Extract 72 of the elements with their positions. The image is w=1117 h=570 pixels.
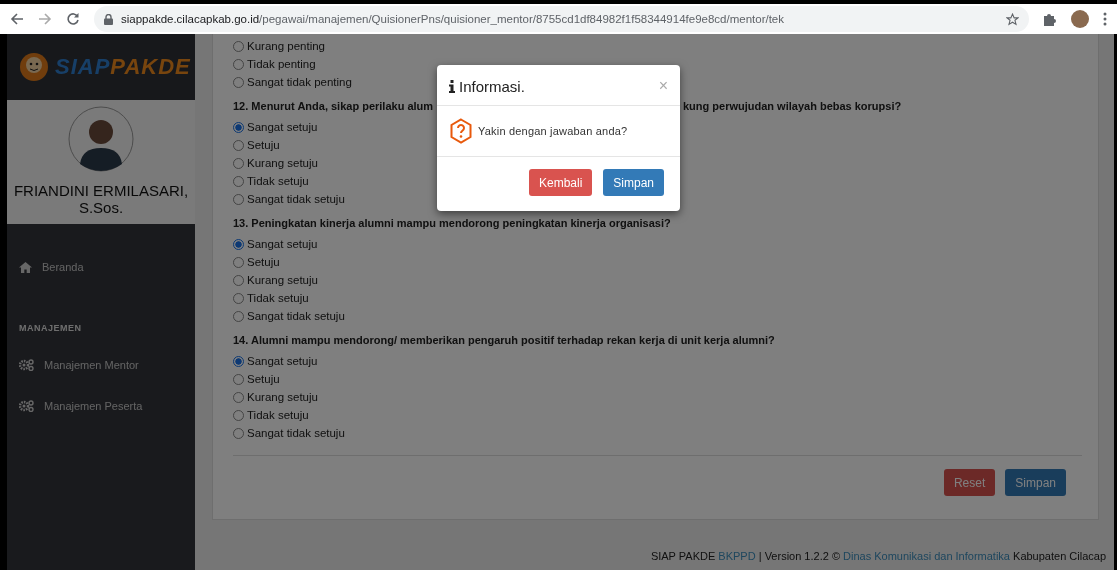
radio-button[interactable] — [233, 292, 244, 304]
address-bar[interactable]: siappakde.cilacapkab.go.id/pegawai/manajemen/QuisionerPns/quisioner_mentor/8755cd1df84982f1f58344914fe9e8cd/mentor/tek — [94, 6, 1029, 32]
question-title: 14. Alumni mampu mendorong/ memberikan pengaruh positif terhadap rekan kerja di unit kerja alumni? — [233, 333, 776, 348]
nav-label[interactable]: Manajemen Peserta — [44, 400, 143, 412]
home-icon — [19, 261, 32, 273]
option-label[interactable]: Tidak setuju — [247, 292, 309, 304]
user-name: FRIANDINI ERMILASARI, S.Sos. — [12, 182, 190, 216]
radio-button[interactable] — [233, 274, 244, 286]
reload-icon[interactable] — [66, 12, 80, 26]
lock-icon — [104, 13, 113, 25]
puzzle-icon[interactable] — [1043, 12, 1057, 26]
radio-button[interactable] — [233, 139, 244, 151]
save-button[interactable]: Simpan — [603, 169, 664, 196]
radio-button[interactable] — [233, 256, 244, 268]
radio-button[interactable] — [233, 355, 244, 367]
dialog-title: Informasi. — [459, 77, 526, 95]
dialog-message: Yakin dengan jawaban anda? — [478, 125, 628, 137]
radio-button[interactable] — [233, 157, 244, 169]
radio-button[interactable] — [233, 40, 244, 52]
gears-icon — [19, 359, 34, 371]
radio-button[interactable] — [233, 238, 244, 250]
radio-button[interactable] — [233, 310, 244, 322]
mascot-icon — [19, 52, 49, 82]
option-label[interactable]: Tidak setuju — [247, 175, 309, 187]
option-label[interactable]: Sangat setuju — [247, 355, 318, 367]
radio-button[interactable] — [233, 373, 244, 385]
radio-button[interactable] — [233, 193, 244, 205]
reset-button[interactable]: Reset — [943, 469, 996, 496]
option-label[interactable]: Tidak setuju — [247, 409, 309, 421]
question-title: 12. Menurut Anda, sikap perilaku alum kung perwujudan wilayah bebas korupsi? — [233, 99, 903, 114]
app-logo: SIAPPAKDE — [55, 54, 191, 80]
radio-button[interactable] — [233, 175, 244, 187]
radio-button[interactable] — [233, 391, 244, 403]
radio-button[interactable] — [233, 427, 244, 439]
radio-button[interactable] — [233, 121, 244, 133]
option-label[interactable]: Setuju — [247, 139, 280, 151]
info-icon — [449, 79, 455, 93]
profile-avatar[interactable] — [1071, 10, 1089, 28]
nav-section-heading: MANAJEMEN — [18, 323, 83, 333]
radio-button[interactable] — [233, 409, 244, 421]
question-title: 13. Peningkatan kinerja alumni mampu mendorong peningkatan kinerja organisasi? — [233, 216, 672, 231]
radio-button[interactable] — [233, 58, 244, 70]
option-label[interactable]: Tidak penting — [247, 58, 316, 70]
back-button[interactable]: Kembali — [528, 169, 593, 196]
option-label[interactable]: Kurang setuju — [247, 391, 318, 403]
option-label[interactable]: Setuju — [247, 373, 280, 385]
user-avatar — [68, 106, 134, 172]
option-label[interactable]: Sangat tidak penting — [247, 76, 352, 88]
forward-icon[interactable] — [38, 12, 52, 26]
radio-button[interactable] — [233, 76, 244, 88]
question-icon — [449, 118, 473, 144]
gears-icon — [19, 400, 34, 412]
menu-icon[interactable] — [1103, 12, 1107, 26]
option-label[interactable]: Kurang penting — [247, 40, 325, 52]
nav-label[interactable]: Beranda — [42, 261, 84, 273]
nav-item[interactable]: Manajemen Mentor — [7, 356, 195, 374]
option-label[interactable]: Sangat tidak setuju — [247, 427, 345, 439]
option-label[interactable]: Kurang setuju — [247, 157, 318, 169]
option-label[interactable]: Setuju — [247, 256, 280, 268]
nav-item[interactable]: Manajemen Peserta — [7, 397, 195, 415]
option-label[interactable]: Kurang setuju — [247, 274, 318, 286]
back-icon[interactable] — [10, 12, 24, 26]
url-text: siappakde.cilacapkab.go.id/pegawai/manajemen/QuisionerPns/quisioner_mentor/8755cd1df84982f1f58344914fe9e8cd/mentor/tek — [121, 13, 785, 25]
option-label[interactable]: Sangat setuju — [247, 121, 318, 133]
option-label[interactable]: Sangat setuju — [247, 238, 318, 250]
option-label[interactable]: Sangat tidak setuju — [247, 193, 345, 205]
option-label[interactable]: Sangat tidak setuju — [247, 310, 345, 322]
star-icon[interactable] — [1006, 12, 1019, 26]
footer-text: SIAP PAKDE BKPPD | Version 1.2.2 © Dinas Komunikasi dan Informatika Kabupaten Cilacap — [650, 550, 1106, 562]
nav-label[interactable]: Manajemen Mentor — [44, 359, 139, 371]
nav-item[interactable]: Beranda — [7, 258, 195, 276]
save-button[interactable]: Simpan — [1005, 469, 1066, 496]
